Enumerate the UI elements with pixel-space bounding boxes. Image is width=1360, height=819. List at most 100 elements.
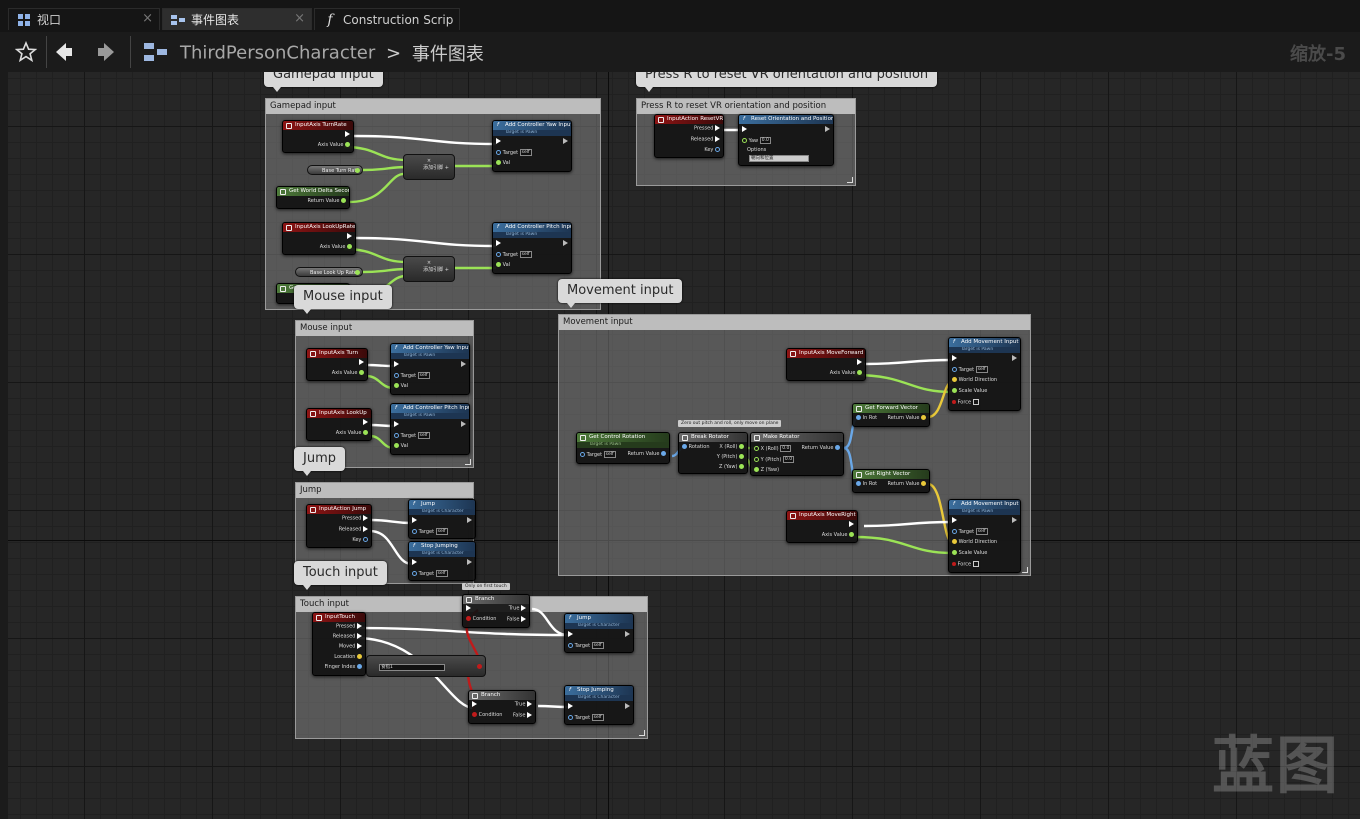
node-title: Jump [409,500,475,509]
exec-output-pin[interactable] [345,131,350,139]
node-inputaxis-turn[interactable]: InputAxis Turn Axis Value [306,348,368,381]
node-title: Add Movement Input [949,338,1020,347]
node-add-movement-input[interactable]: Add Movement Input Target is Pawn Target… [948,337,1021,411]
graph-toolbar: ThirdPersonCharacter > 事件图表 缩放-5 [8,32,1360,72]
node-break-rotator[interactable]: Break Rotator Rotation X (Roll) Y (Pitch… [678,432,748,474]
node-add-controller-pitch-input[interactable]: Add Controller Pitch Input Target is Paw… [492,222,572,274]
resize-handle[interactable] [639,730,645,736]
node-reset-orientation-and-position[interactable]: Reset Orientation and Position Yaw 0.0 O… [738,114,834,166]
node-title: Jump [565,614,633,623]
node-jump[interactable]: Jump Target is Character Target self [564,613,634,653]
event-graph-icon [171,13,185,27]
axis-value-pin[interactable]: Axis Value [318,142,350,149]
node-inputaxis-lookuprate[interactable]: InputAxis LookUpRate Axis Value [282,222,356,255]
comment-bubble-touch[interactable]: Touch input [294,561,387,590]
node-inputaxis-lookup[interactable]: InputAxis LookUp Axis Value [306,408,372,441]
node-inputtouch[interactable]: InputTouch Pressed Released Moved Locati… [312,612,366,676]
node-title: InputAxis LookUp [307,409,371,418]
node-comment-first-touch[interactable]: Only on first touch [462,583,510,590]
node-multiply[interactable]: × 添加引脚 + [403,154,455,180]
node-inputaxis-turnrate[interactable]: InputAxis TurnRate Axis Value [282,120,354,153]
tab-label: Construction Scrip [343,12,454,27]
node-title: Get World Delta Seconds [277,187,349,196]
node-var-base-lookup-rate[interactable]: Base Look Up Rate [295,267,363,277]
breadcrumb-root[interactable]: ThirdPersonCharacter [180,43,375,64]
blueprint-graph-canvas[interactable]: Gamepad input Press R to reset VR orient… [8,72,1360,819]
node-make-rotator[interactable]: Make Rotator X (Roll) 0.0 Y (Pitch) 0.0 … [750,432,844,476]
node-title: Get Right Vector [853,470,929,479]
node-add-controller-yaw-input[interactable]: Add Controller Yaw Input Target is Pawn … [390,343,470,395]
node-multiply[interactable]: × 添加引脚 + [403,256,455,282]
node-inputaction-jump[interactable]: InputAction Jump Pressed Released Key [306,504,372,548]
node-add-controller-yaw-input[interactable]: Add Controller Yaw Input Target is Pawn … [492,120,572,172]
node-get-right-vector[interactable]: Get Right Vector In Rot Return Value [852,469,930,493]
node-branch[interactable]: Branch True Condition False [462,594,530,628]
tab-event-graph[interactable]: 事件图表 × [162,8,312,30]
node-title: Get Forward Vector [853,404,929,413]
comment-title: Gamepad input [266,99,600,114]
tab-label: 视口 [37,13,62,27]
node-stop-jumping[interactable]: Stop Jumping Target is Character Target … [408,541,476,581]
close-icon[interactable]: × [142,11,153,26]
breadcrumb: ThirdPersonCharacter > 事件图表 [180,40,484,66]
arrow-right-icon [98,43,114,61]
zoom-level: 缩放-5 [1290,44,1346,65]
node-title: Break Rotator [679,433,747,442]
node-equal-finger[interactable]: 食指1 [366,655,486,677]
close-icon[interactable]: × [294,11,305,26]
node-title: Reset Orientation and Position [739,115,833,124]
node-title: Add Controller Yaw Input [391,344,469,353]
star-icon [15,41,37,63]
node-title: Make Rotator [751,433,843,442]
comment-title: Press R to reset VR orientation and posi… [637,99,855,114]
node-title: Branch [469,691,535,700]
node-get-world-delta-seconds[interactable]: Get World Delta Seconds Return Value [276,186,350,209]
node-comment-zero-out[interactable]: Zero out pitch and roll, only move on pl… [678,420,782,427]
options-dropdown: 朝向和位置 [749,155,809,162]
comment-bubble-mouse[interactable]: Mouse input [294,285,392,314]
node-inputaction-resetvr[interactable]: InputAction ResetVR Pressed Released Key [654,114,724,158]
node-inputaxis-moveforward[interactable]: InputAxis MoveForward Axis Value [786,348,866,381]
node-add-movement-input[interactable]: Add Movement Input Target is Pawn Target… [948,499,1021,573]
comment-bubble-movement[interactable]: Movement input [558,279,683,308]
comment-bubble-vr[interactable]: Press R to reset VR orientation and posi… [636,72,938,92]
node-add-controller-pitch-input[interactable]: Add Controller Pitch Input Target is Paw… [390,403,470,455]
favorite-star-button[interactable] [10,36,42,68]
node-title: Add Controller Yaw Input [493,121,571,130]
tab-label: 事件图表 [191,13,240,27]
forward-button[interactable] [90,36,122,68]
back-button[interactable] [48,36,80,68]
node-title: InputAxis Turn [307,349,367,358]
comment-title: Mouse input [296,321,473,336]
breadcrumb-leaf: 事件图表 [411,44,484,65]
node-get-forward-vector[interactable]: Get Forward Vector In Rot Return Value [852,403,930,427]
tab-viewport[interactable]: 视口 × [8,8,160,30]
graph-type-icon-button [140,36,172,68]
node-title: InputAxis MoveRight [787,511,857,520]
node-inputaxis-moveright[interactable]: InputAxis MoveRight Axis Value [786,510,858,543]
node-branch[interactable]: Branch True Condition False [468,690,536,724]
toolbar-divider [46,36,47,68]
node-get-control-rotation[interactable]: Get Control Rotation Target is Pawn Targ… [576,432,670,464]
node-title: Stop Jumping [565,686,633,695]
node-title: InputAction ResetVR [655,115,723,124]
finger-index-dropdown[interactable]: 食指1 [379,664,445,671]
node-title: Add Controller Pitch Input [493,223,571,232]
node-title: Get Control Rotation [577,433,669,442]
resize-handle[interactable] [465,459,471,465]
resize-handle[interactable] [847,177,853,183]
breadcrumb-separator: > [386,42,402,64]
comment-bubble-gamepad[interactable]: Gamepad input [264,72,383,92]
tab-construction-script[interactable]: f Construction Scrip [314,8,460,30]
node-title: InputAxis MoveForward [787,349,865,358]
comment-title: Movement input [559,315,1030,330]
resize-handle[interactable] [1022,567,1028,573]
node-title: InputAction Jump [307,505,371,514]
node-jump[interactable]: Jump Target is Character Target self [408,499,476,539]
comment-bubble-jump[interactable]: Jump [294,447,345,476]
node-stop-jumping[interactable]: Stop Jumping Target is Character Target … [564,685,634,725]
node-title: Stop Jumping [409,542,475,551]
function-icon: f [327,11,333,28]
node-var-base-turn-rate[interactable]: Base Turn Rate [307,165,363,175]
viewport-grid-icon [17,13,31,27]
